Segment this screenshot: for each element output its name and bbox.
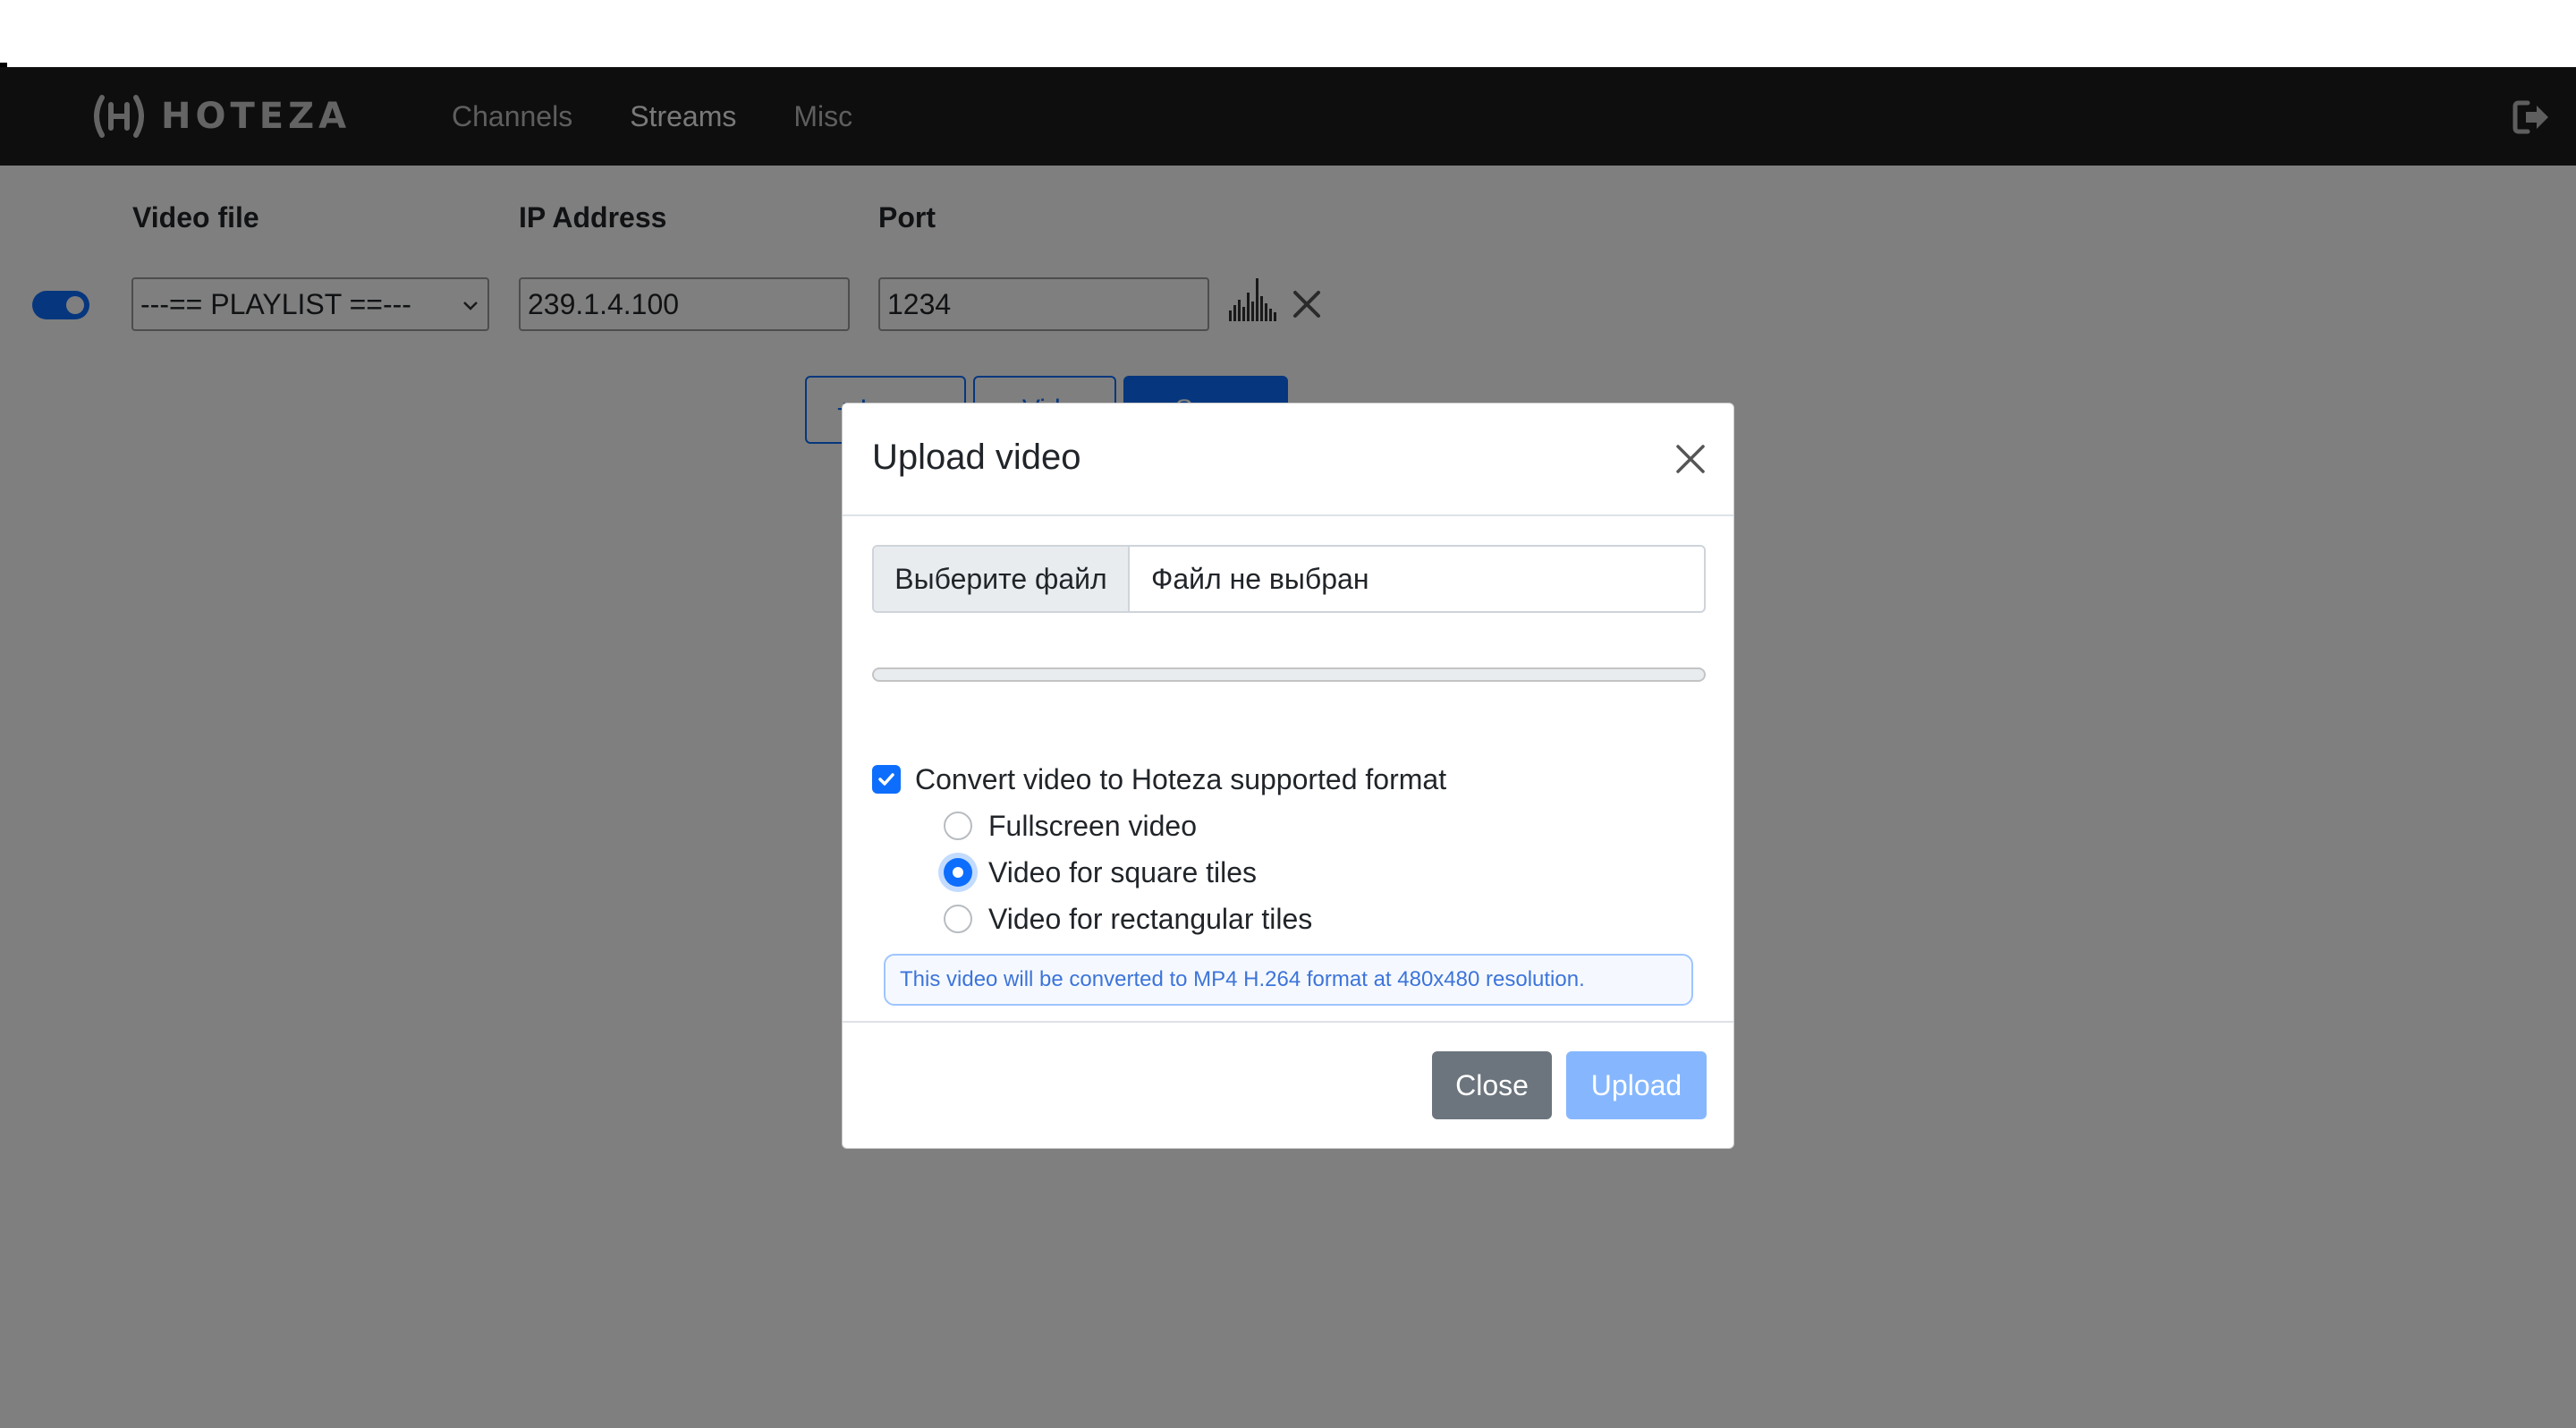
checkmark-icon bbox=[878, 773, 894, 786]
upload-progress-bar bbox=[872, 667, 1706, 682]
close-button[interactable]: Close bbox=[1432, 1051, 1552, 1119]
upload-video-modal: Upload video Выберите файл Файл не выбра… bbox=[842, 403, 1734, 1149]
option-fullscreen-video[interactable]: Fullscreen video bbox=[944, 808, 1197, 844]
option-square-tiles[interactable]: Video for square tiles bbox=[944, 854, 1257, 890]
upload-button[interactable]: Upload bbox=[1566, 1051, 1707, 1119]
modal-title: Upload video bbox=[872, 438, 1081, 477]
option-label: Video for square tiles bbox=[988, 855, 1258, 888]
convert-label: Convert video to Hoteza supported format bbox=[915, 762, 1447, 795]
convert-checkbox[interactable] bbox=[872, 765, 901, 794]
option-label: Fullscreen video bbox=[988, 809, 1197, 842]
radio-rectangular-tiles[interactable] bbox=[944, 905, 972, 933]
close-icon[interactable] bbox=[1673, 441, 1708, 477]
choose-file-button[interactable]: Выберите файл bbox=[874, 547, 1130, 611]
file-name-display: Файл не выбран bbox=[1151, 562, 1369, 595]
convert-checkbox-row[interactable]: Convert video to Hoteza supported format bbox=[872, 761, 1446, 797]
option-rectangular-tiles[interactable]: Video for rectangular tiles bbox=[944, 901, 1312, 937]
file-input[interactable]: Выберите файл Файл не выбран bbox=[872, 545, 1706, 613]
conversion-info-alert: This video will be converted to MP4 H.26… bbox=[884, 954, 1693, 1006]
radio-square-tiles[interactable] bbox=[944, 858, 972, 887]
option-label: Video for rectangular tiles bbox=[988, 902, 1313, 935]
radio-fullscreen[interactable] bbox=[944, 812, 972, 840]
modal-header: Upload video bbox=[843, 404, 1733, 516]
modal-footer: Close Upload bbox=[843, 1021, 1733, 1150]
